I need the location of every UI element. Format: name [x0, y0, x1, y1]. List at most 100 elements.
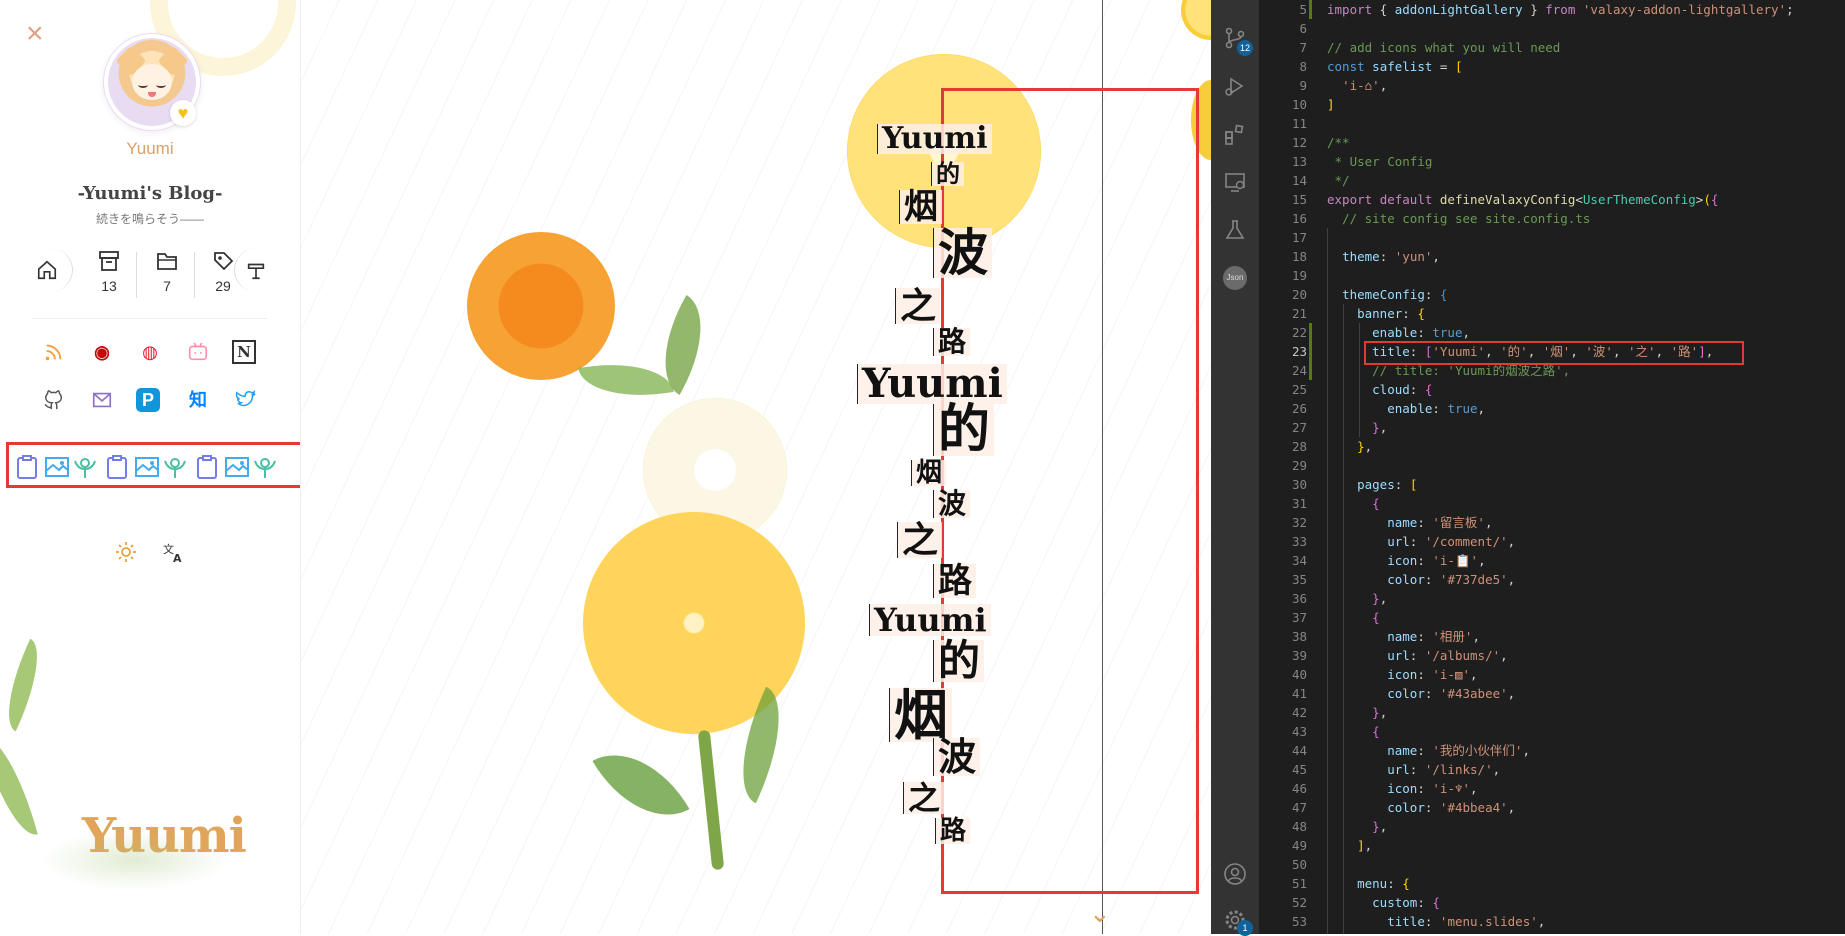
code-text: }, [1372, 819, 1388, 834]
friends-icon[interactable] [251, 453, 279, 481]
page-links [6, 442, 300, 488]
code-text: title: 'menu.slides', [1387, 914, 1546, 929]
code-text: name: '留言板', [1387, 515, 1493, 530]
code-text: color: '#737de5', [1387, 572, 1516, 587]
activity-bar: 12 Json 1 [1211, 0, 1259, 936]
remote-explorer-icon[interactable] [1223, 170, 1247, 194]
friends-icon[interactable] [161, 453, 189, 481]
rss-icon[interactable] [40, 338, 68, 366]
code-text: url: '/comment/', [1387, 534, 1516, 549]
pixiv-icon[interactable]: P [136, 388, 160, 412]
clipboard-icon[interactable] [193, 453, 221, 481]
highlight-box [1364, 341, 1744, 365]
testing-icon[interactable] [1223, 218, 1247, 242]
account-icon[interactable] [1223, 862, 1247, 886]
code-text: cloud: { [1372, 382, 1433, 397]
extensions-icon[interactable] [1223, 122, 1247, 146]
code-text: { [1372, 610, 1380, 625]
stem-decoration [697, 729, 725, 871]
line-number: 26 [1291, 401, 1307, 416]
banner-char: 波 [933, 490, 971, 518]
code-text: ] [1327, 97, 1335, 112]
banner-char: 烟 [911, 460, 947, 486]
line-number: 39 [1291, 648, 1307, 663]
line-number: 35 [1291, 572, 1307, 587]
line-number: 33 [1291, 534, 1307, 549]
code-text: pages: [ [1357, 477, 1418, 492]
bilibili-icon[interactable] [184, 338, 212, 366]
twitter-icon[interactable] [232, 386, 260, 414]
translate-icon[interactable]: 文A [162, 540, 186, 564]
json-extension-icon[interactable]: Json [1223, 266, 1247, 290]
line-number: 10 [1291, 97, 1307, 112]
code-text: // add icons what you will need [1327, 40, 1561, 55]
line-number: 32 [1291, 515, 1307, 530]
categories-stat[interactable]: 7 [142, 248, 192, 302]
code-text: theme: 'yun', [1342, 249, 1440, 264]
sun-icon[interactable] [114, 540, 138, 564]
code-text: enable: true, [1387, 401, 1486, 416]
line-number: 23 [1291, 344, 1307, 359]
code-text: }, [1357, 439, 1373, 454]
talk-button[interactable] [234, 248, 279, 292]
code-text: /** [1327, 135, 1350, 150]
code-text: name: '我的小伙伴们', [1387, 743, 1530, 758]
line-number: 9 [1299, 78, 1307, 93]
clipboard-icon[interactable] [103, 453, 131, 481]
line-number: 11 [1291, 116, 1307, 131]
code-text: menu: { [1357, 876, 1410, 891]
avatar-eye [138, 82, 148, 88]
posts-stat[interactable]: 13 [84, 248, 134, 302]
code-editor[interactable]: 5 import { addonLightGallery } from 'vala… [1259, 0, 1845, 934]
line-number: 38 [1291, 629, 1307, 644]
notion-icon[interactable]: N [232, 340, 256, 364]
code-text: const safelist = [ [1327, 59, 1463, 74]
code-text: banner: { [1357, 306, 1425, 321]
svg-text:A: A [173, 552, 182, 564]
friends-icon[interactable] [71, 453, 99, 481]
run-debug-icon[interactable] [1223, 74, 1247, 98]
line-number: 27 [1291, 420, 1307, 435]
lamp-icon [247, 263, 265, 280]
site-stats: 13 7 29 [28, 248, 268, 302]
line-number: 21 [1291, 306, 1307, 321]
home-button[interactable] [28, 248, 73, 292]
code-text: custom: { [1372, 895, 1440, 910]
zhihu-icon[interactable]: 知 [184, 386, 212, 414]
orange-slice [467, 232, 615, 380]
banner-char: 烟 [899, 190, 942, 224]
code-text: color: '#43abee', [1387, 686, 1516, 701]
divider [32, 318, 268, 319]
close-icon[interactable]: × [26, 19, 50, 49]
banner-char: 波 [933, 738, 981, 776]
banner-char: 的 [931, 162, 964, 186]
banner-char: 路 [933, 328, 971, 356]
line-number: 5 [1299, 2, 1307, 17]
banner-char: 的 [933, 404, 995, 456]
weibo-icon[interactable]: ◍ [136, 338, 164, 366]
line-number: 45 [1291, 762, 1307, 777]
chevron-down-icon[interactable]: ⌄ [1089, 898, 1111, 929]
line-number: 50 [1291, 857, 1307, 872]
line-number: 20 [1291, 287, 1307, 302]
line-number: 36 [1291, 591, 1307, 606]
code-text: import { addonLightGallery } from 'valax… [1327, 2, 1794, 17]
git-modified-marker [1309, 323, 1312, 342]
clipboard-icon[interactable] [13, 453, 41, 481]
netease-music-icon[interactable]: ◉ [88, 338, 116, 366]
line-number: 41 [1291, 686, 1307, 701]
author-name[interactable]: Yuumi [0, 139, 300, 159]
git-modified-marker [1309, 0, 1312, 19]
code-text: }, [1372, 591, 1388, 606]
line-number: 25 [1291, 382, 1307, 397]
line-number: 31 [1291, 496, 1307, 511]
banner-char: Yuumi [857, 364, 1007, 404]
email-icon[interactable] [88, 386, 116, 414]
code-text: }, [1372, 420, 1388, 435]
line-number: 30 [1291, 477, 1307, 492]
archive-icon [99, 251, 119, 271]
album-icon[interactable] [43, 453, 71, 481]
album-icon[interactable] [223, 453, 251, 481]
album-icon[interactable] [133, 453, 161, 481]
github-icon[interactable] [40, 386, 68, 414]
